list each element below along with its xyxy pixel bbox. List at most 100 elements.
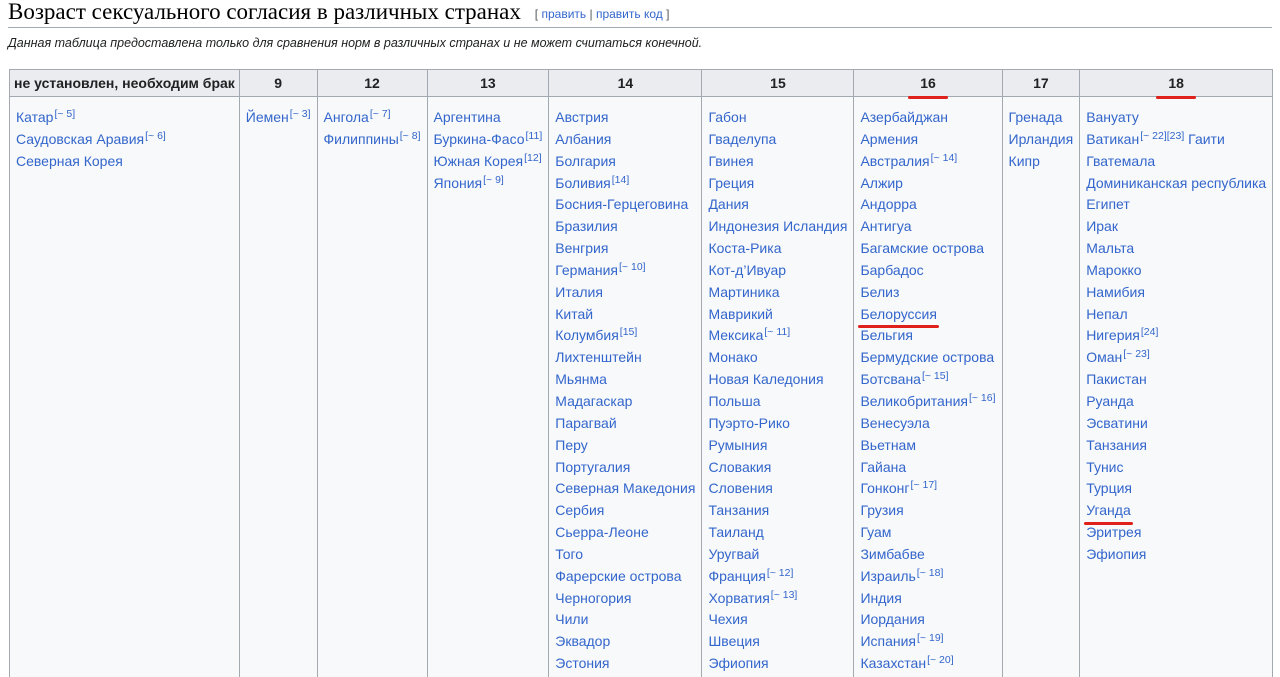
country-link[interactable]: Гуам [860, 522, 891, 544]
country-link[interactable]: Армения [860, 129, 918, 151]
country-link[interactable]: Боливия [555, 173, 611, 195]
country-link[interactable]: Албания [555, 129, 611, 151]
country-link[interactable]: Ирак [1086, 216, 1118, 238]
country-link[interactable]: Мадагаскар [555, 391, 632, 413]
reference-link[interactable]: [~ 15] [922, 370, 949, 382]
country-link[interactable]: Гвинея [708, 151, 753, 173]
country-link[interactable]: Болгария [555, 151, 616, 173]
country-link[interactable]: Оман [1086, 347, 1122, 369]
country-link[interactable]: Чехия [708, 609, 747, 631]
country-link[interactable]: Словения [708, 478, 772, 500]
edit-link[interactable]: править [541, 7, 586, 21]
country-link[interactable]: Египет [1086, 194, 1130, 216]
country-link[interactable]: Венгрия [555, 238, 608, 260]
country-link[interactable]: Испания [860, 631, 916, 653]
country-link[interactable]: Бразилия [555, 216, 617, 238]
country-link[interactable]: Германия [555, 260, 618, 282]
country-link[interactable]: Румыния [708, 435, 767, 457]
country-link[interactable]: Парагвай [555, 413, 616, 435]
edit-source-link[interactable]: править код [596, 7, 663, 21]
country-link[interactable]: Казахстан [860, 653, 926, 675]
country-link[interactable]: Индонезия Исландия [708, 216, 847, 238]
country-link[interactable]: Непал [1086, 304, 1127, 326]
country-link[interactable]: Хорватия [708, 588, 769, 610]
country-link[interactable]: Зимбабве [860, 544, 924, 566]
reference-link[interactable]: [~ 18] [917, 567, 944, 579]
reference-link[interactable]: [11] [526, 130, 543, 142]
reference-link[interactable]: [~ 16] [969, 392, 996, 404]
country-link[interactable]: Мальта [1086, 238, 1134, 260]
reference-link[interactable]: [~ 3] [290, 108, 311, 120]
reference-link[interactable]: [14] [612, 174, 630, 186]
country-link[interactable]: Грузия [860, 500, 903, 522]
country-link[interactable]: Сьерра-Леоне [555, 522, 649, 544]
country-link[interactable]: Доминиканская республика [1086, 173, 1266, 195]
country-link[interactable]: Колумбия [555, 325, 619, 347]
country-link[interactable]: Северная Корея [16, 151, 123, 173]
country-link[interactable]: Того [555, 544, 583, 566]
country-link[interactable]: Йемен [246, 107, 289, 129]
country-link[interactable]: Бельгия [860, 325, 912, 347]
country-link[interactable]: Гватемала [1086, 151, 1155, 173]
country-link[interactable]: Словакия [708, 457, 771, 479]
country-link[interactable]: Сербия [555, 500, 604, 522]
country-link[interactable]: Маврикий [708, 304, 772, 326]
country-link[interactable]: Дания [708, 194, 748, 216]
country-link[interactable]: Лихтенштейн [555, 347, 641, 369]
country-link[interactable]: Гаити [1184, 131, 1225, 147]
country-link[interactable]: Гонконг [860, 478, 909, 500]
reference-link[interactable]: [~ 22][23] [1140, 130, 1184, 142]
country-link[interactable]: Катар [16, 107, 53, 129]
country-link[interactable]: Антигуа [860, 216, 911, 238]
country-link[interactable]: Руанда [1086, 391, 1134, 413]
country-link[interactable]: Эсватини [1086, 413, 1148, 435]
reference-link[interactable]: [~ 12] [767, 567, 794, 579]
country-link[interactable]: Таиланд [708, 522, 763, 544]
country-link[interactable]: Вьетнам [860, 435, 916, 457]
country-link[interactable]: Эстония [555, 653, 609, 675]
country-link[interactable]: Северная Македония [555, 478, 695, 500]
country-link[interactable]: Португалия [555, 457, 630, 479]
country-link[interactable]: Уганда [1084, 500, 1133, 526]
country-link[interactable]: Австралия [860, 151, 929, 173]
reference-link[interactable]: [~ 17] [911, 479, 938, 491]
country-link[interactable]: Венесуэла [860, 413, 929, 435]
reference-link[interactable]: [~ 20] [927, 654, 954, 666]
country-link[interactable]: Новая Каледония [708, 369, 823, 391]
country-link[interactable]: Черногория [555, 588, 631, 610]
reference-link[interactable]: [15] [620, 326, 638, 338]
country-link[interactable]: Алжир [860, 173, 902, 195]
country-link[interactable]: Барбадос [860, 260, 923, 282]
reference-link[interactable]: [~ 19] [917, 632, 944, 644]
country-link[interactable]: Коста-Рика [708, 238, 781, 260]
country-link[interactable]: Фарерские острова [555, 566, 681, 588]
country-link[interactable]: Великобритания [860, 391, 968, 413]
country-link[interactable]: Гайана [860, 457, 906, 479]
country-link[interactable]: Марокко [1086, 260, 1141, 282]
country-link[interactable]: Андорра [860, 194, 916, 216]
reference-link[interactable]: [~ 14] [931, 152, 958, 164]
country-link[interactable]: Франция [708, 566, 765, 588]
reference-link[interactable]: [~ 7] [370, 108, 391, 120]
country-link[interactable]: Вануату [1086, 107, 1139, 129]
country-link[interactable]: Чили [555, 609, 588, 631]
country-link[interactable]: Ирландия [1009, 129, 1074, 151]
country-link[interactable]: Эфиопия [708, 653, 768, 675]
country-link[interactable]: Аргентина [434, 107, 501, 129]
country-link[interactable]: Гренада [1009, 107, 1063, 129]
country-link[interactable]: Мьянма [555, 369, 607, 391]
country-link[interactable]: Монако [708, 347, 757, 369]
country-link[interactable]: Турция [1086, 478, 1132, 500]
country-link[interactable]: Буркина-Фасо [434, 129, 525, 151]
country-link[interactable]: Габон [708, 107, 746, 129]
country-link[interactable]: Швеция [708, 631, 759, 653]
country-link[interactable]: Пакистан [1086, 369, 1147, 391]
country-link[interactable]: Индия [860, 588, 901, 610]
reference-link[interactable]: [~ 13] [771, 589, 798, 601]
country-link[interactable]: Танзания [1086, 435, 1147, 457]
country-link[interactable]: Израиль [860, 566, 915, 588]
country-link[interactable]: Азербайджан [860, 107, 948, 129]
country-link[interactable]: Китай [555, 304, 593, 326]
reference-link[interactable]: [~ 6] [145, 130, 166, 142]
country-link[interactable]: Ватикан [1086, 129, 1139, 151]
